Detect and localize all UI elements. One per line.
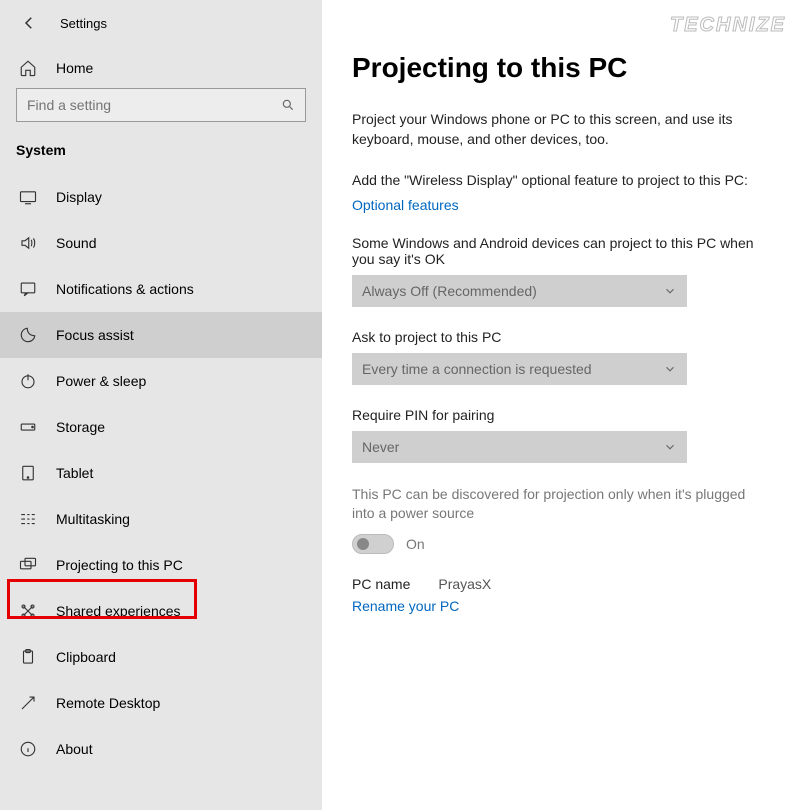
projecting-icon (18, 555, 38, 575)
sidebar-item-label: Display (56, 189, 102, 205)
sidebar-item-multitasking[interactable]: Multitasking (0, 496, 322, 542)
sidebar-item-label: Notifications & actions (56, 281, 194, 297)
sidebar-item-clipboard[interactable]: Clipboard (0, 634, 322, 680)
chevron-down-icon (663, 284, 677, 298)
sidebar-item-power[interactable]: Power & sleep (0, 358, 322, 404)
setting-label: Require PIN for pairing (352, 407, 770, 423)
sidebar-item-sound[interactable]: Sound (0, 220, 322, 266)
storage-icon (18, 417, 38, 437)
search-box[interactable] (16, 88, 306, 122)
pc-name-value: PrayasX (438, 576, 491, 592)
header-row: Settings (0, 14, 322, 50)
ask-dropdown[interactable]: Every time a connection is requested (352, 353, 687, 385)
sidebar: Settings Home System Display Sound (0, 0, 322, 810)
home-icon (18, 58, 38, 78)
tablet-icon (18, 463, 38, 483)
watermark: TECHNIZE (670, 14, 786, 37)
sidebar-item-shared[interactable]: Shared experiences (0, 588, 322, 634)
project-dropdown[interactable]: Always Off (Recommended) (352, 275, 687, 307)
setting-pin: Require PIN for pairing Never (352, 407, 770, 463)
home-label: Home (56, 60, 93, 76)
display-icon (18, 187, 38, 207)
sidebar-item-remote[interactable]: Remote Desktop (0, 680, 322, 726)
sidebar-item-label: About (56, 741, 93, 757)
sidebar-item-label: Projecting to this PC (56, 557, 183, 573)
dropdown-value: Never (362, 439, 399, 455)
sidebar-item-about[interactable]: About (0, 726, 322, 772)
sidebar-item-label: Shared experiences (56, 603, 181, 619)
discover-toggle[interactable] (352, 534, 394, 554)
sound-icon (18, 233, 38, 253)
notifications-icon (18, 279, 38, 299)
sidebar-item-tablet[interactable]: Tablet (0, 450, 322, 496)
feature-hint: Add the "Wireless Display" optional feat… (352, 171, 770, 191)
nav-list: Display Sound Notifications & actions Fo… (0, 174, 322, 772)
optional-features-link[interactable]: Optional features (352, 197, 459, 213)
sidebar-item-label: Multitasking (56, 511, 130, 527)
remote-icon (18, 693, 38, 713)
chevron-down-icon (663, 440, 677, 454)
dropdown-value: Always Off (Recommended) (362, 283, 537, 299)
pc-name-row: PC name PrayasX (352, 576, 770, 592)
chevron-down-icon (663, 362, 677, 376)
sidebar-item-label: Power & sleep (56, 373, 146, 389)
about-icon (18, 739, 38, 759)
multitasking-icon (18, 509, 38, 529)
discover-note: This PC can be discovered for projection… (352, 485, 770, 524)
home-nav[interactable]: Home (0, 50, 322, 88)
settings-label: Settings (60, 16, 107, 31)
search-icon (281, 98, 295, 112)
search-wrap (0, 88, 322, 136)
sidebar-item-label: Clipboard (56, 649, 116, 665)
back-icon[interactable] (20, 14, 38, 32)
sidebar-item-label: Tablet (56, 465, 93, 481)
sidebar-item-projecting[interactable]: Projecting to this PC (0, 542, 322, 588)
setting-project: Some Windows and Android devices can pro… (352, 235, 770, 307)
power-icon (18, 371, 38, 391)
sidebar-item-display[interactable]: Display (0, 174, 322, 220)
focus-assist-icon (18, 325, 38, 345)
sidebar-item-label: Storage (56, 419, 105, 435)
sidebar-item-label: Remote Desktop (56, 695, 160, 711)
main-content: Projecting to this PC Project your Windo… (322, 0, 800, 810)
clipboard-icon (18, 647, 38, 667)
setting-ask: Ask to project to this PC Every time a c… (352, 329, 770, 385)
sidebar-item-notifications[interactable]: Notifications & actions (0, 266, 322, 312)
search-input[interactable] (27, 97, 281, 113)
shared-icon (18, 601, 38, 621)
setting-label: Some Windows and Android devices can pro… (352, 235, 770, 267)
sidebar-item-label: Focus assist (56, 327, 134, 343)
sidebar-item-focus-assist[interactable]: Focus assist (0, 312, 322, 358)
pc-name-label: PC name (352, 576, 410, 592)
dropdown-value: Every time a connection is requested (362, 361, 592, 377)
sidebar-item-storage[interactable]: Storage (0, 404, 322, 450)
rename-pc-link[interactable]: Rename your PC (352, 598, 459, 614)
toggle-label: On (406, 536, 425, 552)
page-title: Projecting to this PC (352, 52, 770, 84)
sidebar-item-label: Sound (56, 235, 96, 251)
category-label: System (0, 136, 322, 174)
discover-toggle-row: On (352, 534, 770, 554)
page-description: Project your Windows phone or PC to this… (352, 110, 770, 149)
toggle-knob (357, 538, 369, 550)
setting-label: Ask to project to this PC (352, 329, 770, 345)
pin-dropdown[interactable]: Never (352, 431, 687, 463)
